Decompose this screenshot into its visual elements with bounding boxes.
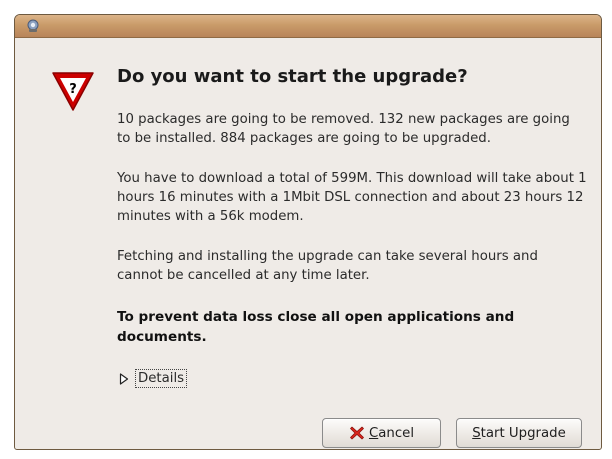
svg-text:?: ?	[69, 82, 77, 97]
warning-question-icon: ?	[52, 72, 94, 111]
dialog-heading: Do you want to start the upgrade?	[117, 66, 468, 87]
cancel-icon	[350, 426, 364, 440]
duration-warning-text: Fetching and installing the upgrade can …	[117, 249, 538, 283]
download-estimate-text: You have to download a total of 599M. Th…	[117, 171, 587, 224]
package-summary-text: 10 packages are going to be removed. 132…	[117, 112, 570, 146]
cancel-button[interactable]: Cancel	[322, 418, 441, 448]
dialog-content: ? Do you want to start the upgrade? 10 p…	[16, 38, 600, 448]
cancel-mnemonic: C	[368, 425, 379, 441]
expander-collapsed-icon[interactable]	[119, 372, 129, 385]
details-label[interactable]: Details	[135, 369, 188, 388]
start-mnemonic: S	[472, 425, 481, 441]
data-loss-warning-text: To prevent data loss close all open appl…	[117, 309, 515, 345]
details-expander[interactable]: Details	[119, 369, 188, 388]
start-upgrade-label: tart Upgrade	[480, 425, 566, 441]
start-upgrade-button[interactable]: Start Upgrade	[456, 418, 582, 448]
upgrade-app-icon[interactable]	[25, 18, 41, 34]
cancel-label: ancel	[378, 425, 415, 441]
titlebar[interactable]	[15, 15, 601, 38]
upgrade-dialog-window: ? Do you want to start the upgrade? 10 p…	[14, 14, 602, 450]
